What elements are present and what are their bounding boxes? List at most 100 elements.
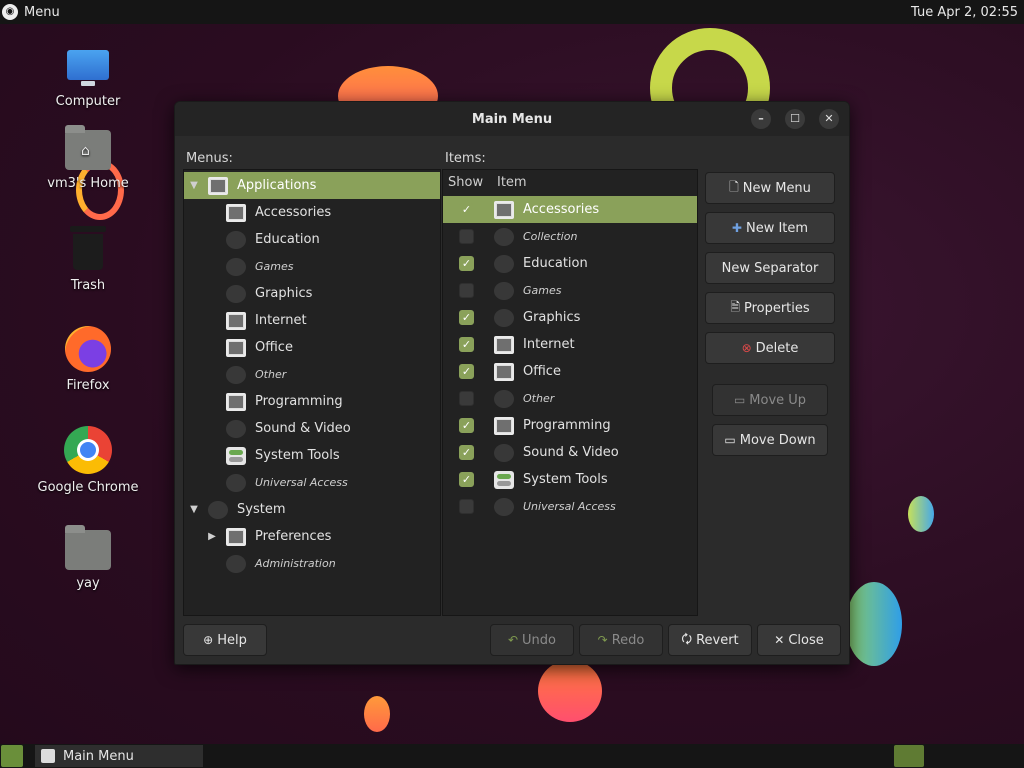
top-panel: ◉ Menu Tue Apr 2, 02:55 xyxy=(0,0,1024,24)
menus-tree-row[interactable]: ▶ Preferences xyxy=(184,523,440,550)
new-separator-label: New Separator xyxy=(721,260,819,276)
menus-tree-row[interactable]: Administration xyxy=(184,550,440,577)
show-checkbox[interactable]: ✓ xyxy=(459,337,474,352)
menus-tree-row[interactable]: System Tools xyxy=(184,442,440,469)
items-list-row-label: Collection xyxy=(523,230,578,243)
menu-button[interactable]: ◉ Menu xyxy=(2,4,60,20)
menus-tree-row[interactable]: ▼ Applications xyxy=(184,172,440,199)
new-menu-icon: 🗋 xyxy=(729,179,739,194)
properties-label: Properties xyxy=(743,300,810,316)
show-checkbox[interactable] xyxy=(459,499,474,514)
show-desktop-button[interactable] xyxy=(1,745,23,767)
delete-button[interactable]: ⊗ Delete xyxy=(705,332,835,364)
close-icon: ✕ xyxy=(824,112,834,125)
firefox-icon xyxy=(65,326,111,372)
redo-button[interactable]: ↷ Redo xyxy=(579,624,663,656)
menus-tree-row[interactable]: ▼ System xyxy=(184,496,440,523)
close-window-button[interactable]: ✕ xyxy=(819,109,839,129)
menu-category-icon xyxy=(226,365,246,384)
desktop-icon-home[interactable]: ⌂ vm3's Home xyxy=(33,125,143,191)
tray-notes-icon[interactable] xyxy=(894,745,924,767)
items-list-row[interactable]: ✓ Internet xyxy=(443,331,697,358)
items-list-row[interactable]: ✓ Sound & Video xyxy=(443,439,697,466)
expander-arrow-icon[interactable]: ▼ xyxy=(186,504,202,515)
help-label: Help xyxy=(217,632,247,648)
show-checkbox[interactable]: ✓ xyxy=(459,310,474,325)
menus-tree-row-label: System xyxy=(237,502,286,517)
clock[interactable]: Tue Apr 2, 02:55 xyxy=(911,5,1018,20)
show-checkbox[interactable] xyxy=(459,283,474,298)
menus-tree[interactable]: ▼ Applications Accessories Education Games Gr… xyxy=(183,169,441,616)
items-list-row[interactable]: ✓ Office xyxy=(443,358,697,385)
show-checkbox[interactable]: ✓ xyxy=(459,445,474,460)
menus-tree-row[interactable]: Programming xyxy=(184,388,440,415)
show-checkbox[interactable]: ✓ xyxy=(459,256,474,271)
menus-tree-row[interactable]: Sound & Video xyxy=(184,415,440,442)
desktop-icon-label: Firefox xyxy=(66,378,110,393)
column-header-item[interactable]: Item xyxy=(497,170,527,194)
wallpaper-blob xyxy=(538,660,602,722)
revert-button[interactable]: 🗘 Revert xyxy=(668,624,752,656)
desktop-icon-computer[interactable]: Computer xyxy=(33,50,143,109)
menus-tree-row[interactable]: Accessories xyxy=(184,199,440,226)
menus-tree-row[interactable]: Universal Access xyxy=(184,469,440,496)
menus-tree-row[interactable]: Games xyxy=(184,253,440,280)
close-button[interactable]: ✕ Close xyxy=(757,624,841,656)
close-label: Close xyxy=(788,632,824,648)
items-list-row[interactable]: Other xyxy=(443,385,697,412)
menus-tree-row[interactable]: Internet xyxy=(184,307,440,334)
new-item-button[interactable]: ✚ New Item xyxy=(705,212,835,244)
items-list-row[interactable]: ✓ Education xyxy=(443,250,697,277)
item-category-icon xyxy=(494,362,514,381)
item-category-icon xyxy=(494,389,514,408)
taskbar-item-label: Main Menu xyxy=(63,748,134,764)
menu-category-icon xyxy=(226,230,246,249)
window-titlebar[interactable]: Main Menu – ☐ ✕ xyxy=(175,102,849,136)
items-list[interactable]: Show Item ✓ Accessories Collection ✓ Educati… xyxy=(442,169,698,616)
item-category-icon xyxy=(494,470,514,489)
new-separator-button[interactable]: New Separator xyxy=(705,252,835,284)
revert-icon: 🗘 xyxy=(681,631,693,646)
desktop-icon-trash[interactable]: Trash xyxy=(33,226,143,293)
items-list-row-label: Graphics xyxy=(523,310,581,325)
show-checkbox[interactable]: ✓ xyxy=(459,202,474,217)
desktop-icon-firefox[interactable]: Firefox xyxy=(33,326,143,393)
menus-tree-row[interactable]: Other xyxy=(184,361,440,388)
taskbar-item-main-menu[interactable]: Main Menu xyxy=(35,745,203,767)
items-list-row[interactable]: Collection xyxy=(443,223,697,250)
move-up-button[interactable]: ▭ Move Up xyxy=(712,384,828,416)
expander-arrow-icon[interactable]: ▼ xyxy=(186,180,202,191)
menus-tree-row[interactable]: Office xyxy=(184,334,440,361)
show-checkbox[interactable]: ✓ xyxy=(459,472,474,487)
wallpaper-blob xyxy=(908,496,934,532)
maximize-button[interactable]: ☐ xyxy=(785,109,805,129)
items-list-row[interactable]: Games xyxy=(443,277,697,304)
help-button[interactable]: ⊕ Help xyxy=(183,624,267,656)
show-checkbox[interactable]: ✓ xyxy=(459,418,474,433)
minimize-button[interactable]: – xyxy=(751,109,771,129)
items-list-row[interactable]: Universal Access xyxy=(443,493,697,520)
undo-button[interactable]: ↶ Undo xyxy=(490,624,574,656)
items-list-row[interactable]: ✓ System Tools xyxy=(443,466,697,493)
item-category-icon xyxy=(494,254,514,273)
items-list-row[interactable]: ✓ Graphics xyxy=(443,304,697,331)
properties-button[interactable]: 🗎 Properties xyxy=(705,292,835,324)
desktop-icon-yay[interactable]: yay xyxy=(33,525,143,591)
show-checkbox[interactable] xyxy=(459,391,474,406)
items-list-row[interactable]: ✓ Programming xyxy=(443,412,697,439)
menus-tree-row[interactable]: Education xyxy=(184,226,440,253)
move-down-button[interactable]: ▭ Move Down xyxy=(712,424,828,456)
menus-tree-row[interactable]: Graphics xyxy=(184,280,440,307)
window-title: Main Menu xyxy=(471,111,553,127)
desktop-icon-chrome[interactable]: Google Chrome xyxy=(33,426,143,495)
show-checkbox[interactable] xyxy=(459,229,474,244)
items-list-row[interactable]: ✓ Accessories xyxy=(443,196,697,223)
new-menu-button[interactable]: 🗋 New Menu xyxy=(705,172,835,204)
expander-arrow-icon[interactable]: ▶ xyxy=(204,531,220,542)
menu-category-icon xyxy=(226,203,246,222)
show-checkbox[interactable]: ✓ xyxy=(459,364,474,379)
column-header-show[interactable]: Show xyxy=(448,170,483,194)
menu-category-icon xyxy=(226,338,246,357)
items-list-row-label: Programming xyxy=(523,418,611,433)
menus-tree-row-label: Office xyxy=(255,340,293,355)
